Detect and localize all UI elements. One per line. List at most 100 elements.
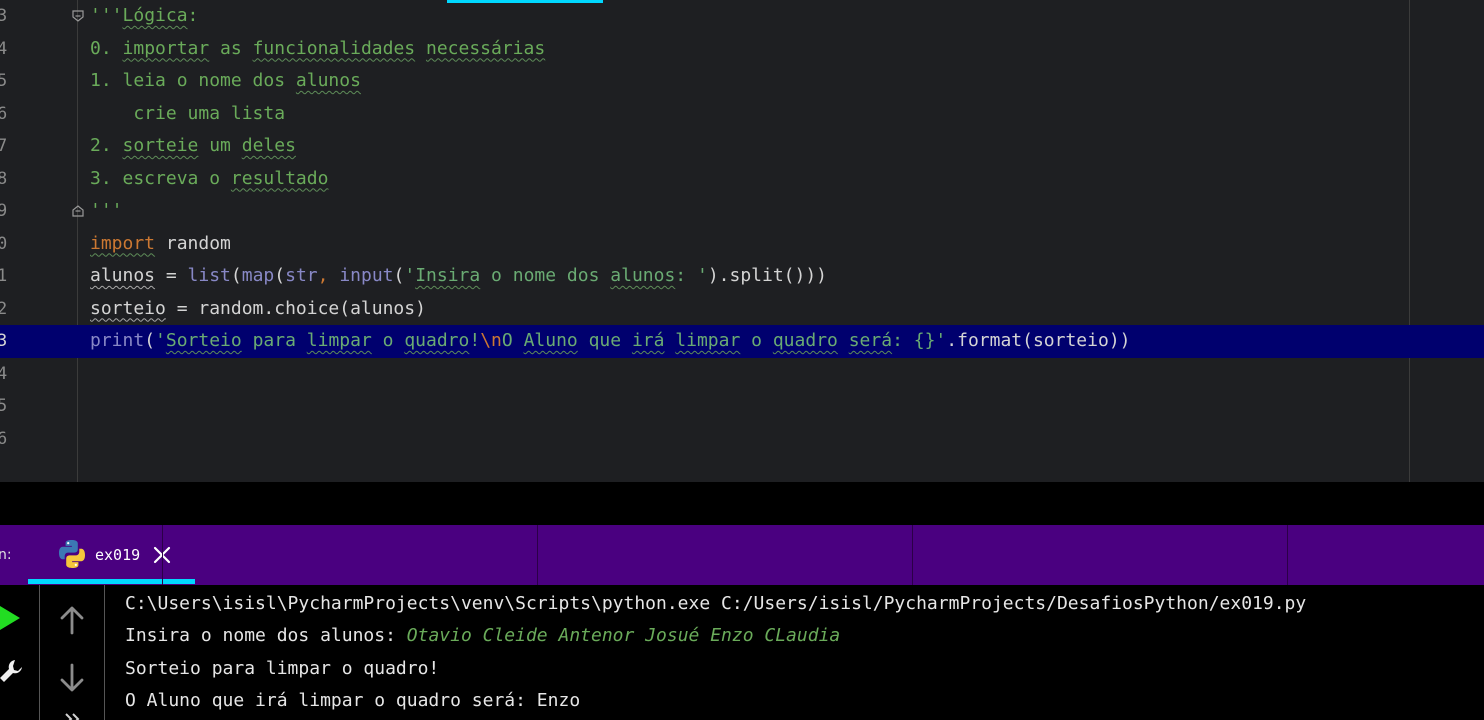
code-token: ' <box>404 265 416 286</box>
run-console[interactable]: C:\Users\isisl\PycharmProjects\venv\Scri… <box>0 585 1484 720</box>
line-number: 8 <box>0 168 8 189</box>
code-text: '''Lógica: <box>90 5 198 27</box>
wrench-icon[interactable] <box>0 657 24 689</box>
code-text: 1. leia o nome dos alunos <box>90 70 361 92</box>
code-text: ''' <box>90 200 123 222</box>
code-token: limpar <box>306 330 372 351</box>
code-text: sorteio = random.choice(alunos) <box>90 298 426 320</box>
code-token: necessárias <box>425 37 546 59</box>
code-token: O <box>501 330 524 351</box>
code-token: que <box>577 330 632 351</box>
code-line-current[interactable]: 3 print('Sorteio para limpar o quadro!\nO… <box>0 325 1484 358</box>
line-number: 5 <box>0 396 8 416</box>
code-token: Insira <box>415 265 481 286</box>
code-text: alunos = list(map(str, input('Insira o n… <box>90 265 827 287</box>
line-number: 4 <box>0 38 8 59</box>
run-label: n: <box>0 547 12 563</box>
line-number: 5 <box>0 71 8 91</box>
code-token: limpar <box>675 330 741 351</box>
console-user-input: Otavio Cleide Antenor Josué Enzo CLaudia <box>406 625 841 646</box>
line-number: 4 <box>0 363 8 384</box>
line-number: 2 <box>0 298 8 319</box>
fold-marker-icon[interactable] <box>71 204 85 218</box>
code-text: import random <box>90 233 231 255</box>
code-token: 1. leia o nome dos <box>90 70 296 91</box>
console-scroll-toolbar <box>40 585 105 720</box>
code-editor[interactable]: 3 '''Lógica: 4 0. importar as funcionalidad… <box>0 0 1484 482</box>
header-divider <box>537 525 538 585</box>
code-token: Aluno <box>523 330 578 351</box>
code-token: 0. <box>90 37 123 59</box>
arrow-down-icon[interactable] <box>59 663 85 693</box>
code-line[interactable]: 9 ''' <box>0 195 1484 228</box>
code-token: sorteie <box>122 135 199 156</box>
python-icon <box>59 540 85 568</box>
code-token: crie uma lista <box>90 102 286 124</box>
code-token: str <box>285 265 318 286</box>
code-token: ''' <box>90 5 123 26</box>
code-token: o nome dos <box>480 265 611 286</box>
run-tool-window-header: n: ex019 <box>0 525 1484 585</box>
arrow-up-icon[interactable] <box>59 605 85 635</box>
header-divider <box>912 525 913 585</box>
code-line[interactable]: 4 <box>0 358 1484 391</box>
code-token: 3. escreva o <box>90 167 231 189</box>
run-tab-ex019[interactable]: ex019 <box>28 525 195 585</box>
code-line[interactable]: 5 <box>0 390 1484 423</box>
code-line[interactable]: 4 0. importar as funcionalidades necessár… <box>0 33 1484 66</box>
code-token: : {}' <box>892 330 947 351</box>
console-prompt-line: Insira o nome dos alunos: Otavio Cleide … <box>125 625 840 647</box>
code-text: 3. escreva o resultado <box>90 168 328 190</box>
code-line[interactable]: 6 <box>0 423 1484 456</box>
code-token: : <box>187 5 199 26</box>
code-line[interactable]: 8 3. escreva o resultado <box>0 163 1484 196</box>
code-line[interactable]: 2 sorteio = random.choice(alunos) <box>0 293 1484 326</box>
code-line[interactable]: 5 1. leia o nome dos alunos <box>0 65 1484 98</box>
code-token: irá <box>631 330 665 351</box>
code-token: deles <box>241 135 296 156</box>
code-token: ( <box>393 265 405 286</box>
code-token: sorteio <box>90 297 166 319</box>
fold-marker-icon[interactable] <box>71 9 85 23</box>
editor-bottom-gap <box>0 482 1484 525</box>
code-token: , <box>317 265 340 286</box>
run-actions-toolbar <box>0 585 40 720</box>
code-token: ''' <box>90 200 123 221</box>
line-number: 1 <box>0 266 8 286</box>
header-divider <box>1287 525 1288 585</box>
code-token: importar <box>122 37 210 59</box>
code-token: ( <box>230 265 242 286</box>
code-line[interactable]: 6 crie uma lista <box>0 98 1484 131</box>
code-token: quadro <box>772 330 838 351</box>
code-token: para <box>241 330 307 351</box>
code-token: \n <box>480 330 502 351</box>
code-token: um <box>198 135 242 156</box>
rerun-icon[interactable] <box>0 605 22 631</box>
code-text: 0. importar as funcionalidades necessári… <box>90 38 545 60</box>
line-number: 6 <box>0 103 8 124</box>
code-token: random <box>155 232 231 254</box>
code-line[interactable]: 7 2. sorteie um deles <box>0 130 1484 163</box>
code-token: input <box>339 265 394 286</box>
code-token: print <box>90 330 145 351</box>
code-token: ' <box>155 330 166 351</box>
console-command-line: C:\Users\isisl\PycharmProjects\venv\Scri… <box>125 593 1307 614</box>
code-token: = random.choice(alunos) <box>165 297 426 319</box>
code-token: 2. <box>90 135 123 156</box>
code-line[interactable]: 1 alunos = list(map(str, input('Insira o … <box>0 260 1484 293</box>
code-text: print('Sorteio para limpar o quadro!\nO … <box>90 330 1131 352</box>
code-token: ).split())) <box>707 265 828 286</box>
code-token: ( <box>274 265 286 286</box>
code-line[interactable]: 3 '''Lógica: <box>0 0 1484 33</box>
header-divider <box>162 525 163 585</box>
code-line[interactable]: 0 import random <box>0 228 1484 261</box>
code-token: quadro <box>404 330 470 351</box>
code-token: list <box>187 265 231 286</box>
code-token: o <box>371 330 405 351</box>
code-token: : ' <box>675 265 708 286</box>
line-number: 7 <box>0 136 8 156</box>
expand-icon[interactable] <box>64 711 84 720</box>
code-token: funcionalidades <box>252 37 416 59</box>
